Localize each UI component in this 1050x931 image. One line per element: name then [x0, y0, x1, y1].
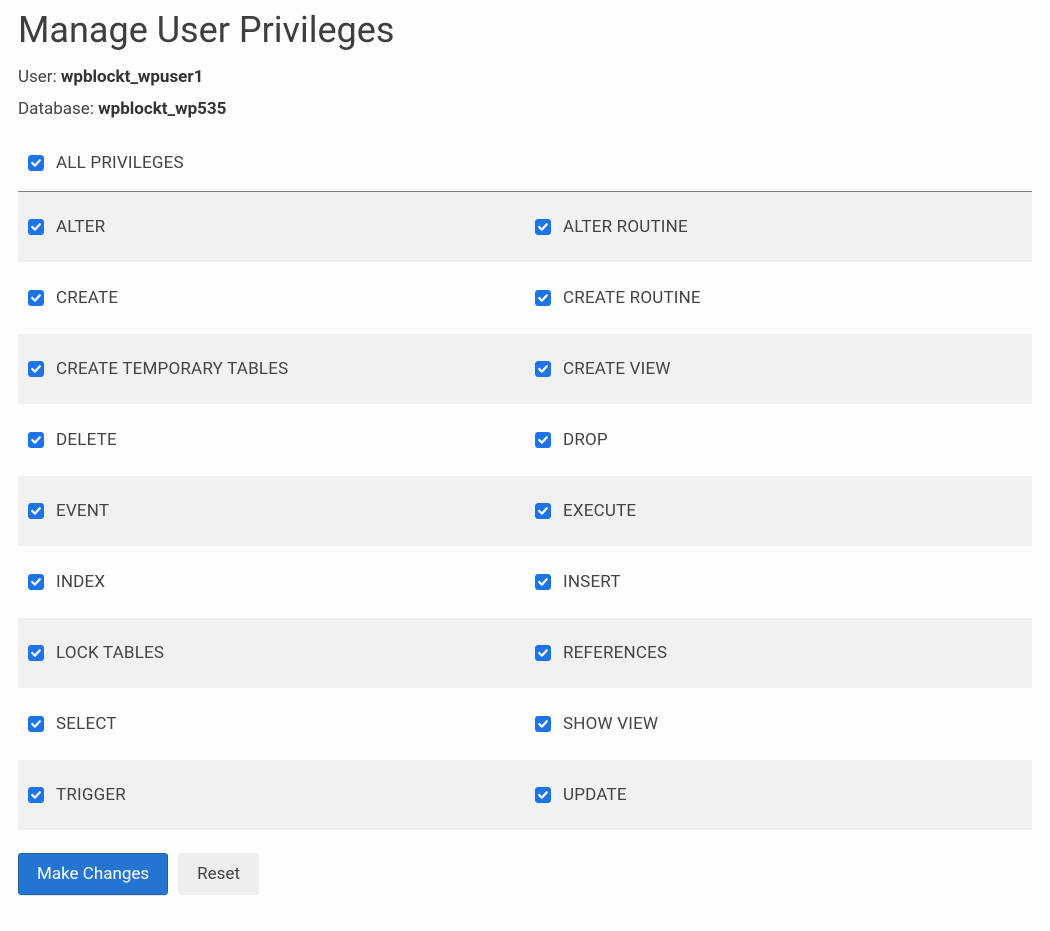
privilege-label: UPDATE — [563, 785, 627, 805]
checkbox-create-view[interactable] — [535, 361, 551, 377]
privilege-create-temporary-tables: CREATE TEMPORARY TABLES — [28, 359, 515, 379]
privilege-label: INSERT — [563, 572, 621, 592]
checkbox-insert[interactable] — [535, 574, 551, 590]
privilege-label: ALTER ROUTINE — [563, 217, 688, 237]
privileges-table: ALL PRIVILEGES ALTER ALTER ROUTINE CREAT… — [18, 137, 1032, 831]
privilege-label: DROP — [563, 430, 608, 450]
privilege-label: TRIGGER — [56, 785, 126, 805]
privilege-create-view: CREATE VIEW — [535, 359, 1022, 379]
database-line: Database: wpblockt_wp535 — [18, 99, 1032, 119]
privilege-select: SELECT — [28, 714, 515, 734]
privilege-label: EVENT — [56, 501, 109, 521]
make-changes-button[interactable]: Make Changes — [18, 853, 168, 895]
privilege-label: CREATE TEMPORARY TABLES — [56, 359, 288, 379]
privilege-show-view: SHOW VIEW — [535, 714, 1022, 734]
user-label: User: — [18, 67, 61, 87]
database-value: wpblockt_wp535 — [98, 99, 226, 119]
privilege-label: CREATE ROUTINE — [563, 288, 701, 308]
privilege-label: EXECUTE — [563, 501, 636, 521]
checkbox-index[interactable] — [28, 574, 44, 590]
checkbox-lock-tables[interactable] — [28, 645, 44, 661]
privilege-lock-tables: LOCK TABLES — [28, 643, 515, 663]
checkbox-drop[interactable] — [535, 432, 551, 448]
checkbox-show-view[interactable] — [535, 716, 551, 732]
checkbox-event[interactable] — [28, 503, 44, 519]
privilege-references: REFERENCES — [535, 643, 1022, 663]
user-line: User: wpblockt_wpuser1 — [18, 67, 1032, 87]
privilege-create: CREATE — [28, 288, 515, 308]
checkbox-create-temporary-tables[interactable] — [28, 361, 44, 377]
checkbox-references[interactable] — [535, 645, 551, 661]
database-label: Database: — [18, 99, 98, 119]
button-bar: Make Changes Reset — [18, 853, 1032, 895]
privilege-label: LOCK TABLES — [56, 643, 164, 663]
privilege-drop: DROP — [535, 430, 1022, 450]
reset-button[interactable]: Reset — [178, 853, 259, 895]
privilege-label: REFERENCES — [563, 643, 667, 663]
privilege-alter: ALTER — [28, 217, 515, 237]
checkbox-execute[interactable] — [535, 503, 551, 519]
privilege-insert: INSERT — [535, 572, 1022, 592]
checkbox-alter[interactable] — [28, 219, 44, 235]
checkbox-delete[interactable] — [28, 432, 44, 448]
checkbox-update[interactable] — [535, 787, 551, 803]
privilege-label-all: ALL PRIVILEGES — [56, 153, 184, 173]
privilege-label: CREATE — [56, 288, 118, 308]
privilege-all: ALL PRIVILEGES — [28, 153, 1022, 173]
privilege-execute: EXECUTE — [535, 501, 1022, 521]
privilege-alter-routine: ALTER ROUTINE — [535, 217, 1022, 237]
privilege-delete: DELETE — [28, 430, 515, 450]
privilege-create-routine: CREATE ROUTINE — [535, 288, 1022, 308]
checkbox-select[interactable] — [28, 716, 44, 732]
privilege-label: ALTER — [56, 217, 105, 237]
user-value: wpblockt_wpuser1 — [61, 67, 203, 87]
checkbox-trigger[interactable] — [28, 787, 44, 803]
privilege-label: SELECT — [56, 714, 117, 734]
page-title: Manage User Privileges — [18, 8, 1032, 53]
privilege-label: SHOW VIEW — [563, 714, 658, 734]
checkbox-create[interactable] — [28, 290, 44, 306]
privilege-event: EVENT — [28, 501, 515, 521]
checkbox-alter-routine[interactable] — [535, 219, 551, 235]
privilege-update: UPDATE — [535, 785, 1022, 805]
privilege-label: INDEX — [56, 572, 105, 592]
privilege-index: INDEX — [28, 572, 515, 592]
privilege-label: DELETE — [56, 430, 117, 450]
checkbox-create-routine[interactable] — [535, 290, 551, 306]
privilege-trigger: TRIGGER — [28, 785, 515, 805]
privilege-label: CREATE VIEW — [563, 359, 671, 379]
checkbox-all-privileges[interactable] — [28, 155, 44, 171]
